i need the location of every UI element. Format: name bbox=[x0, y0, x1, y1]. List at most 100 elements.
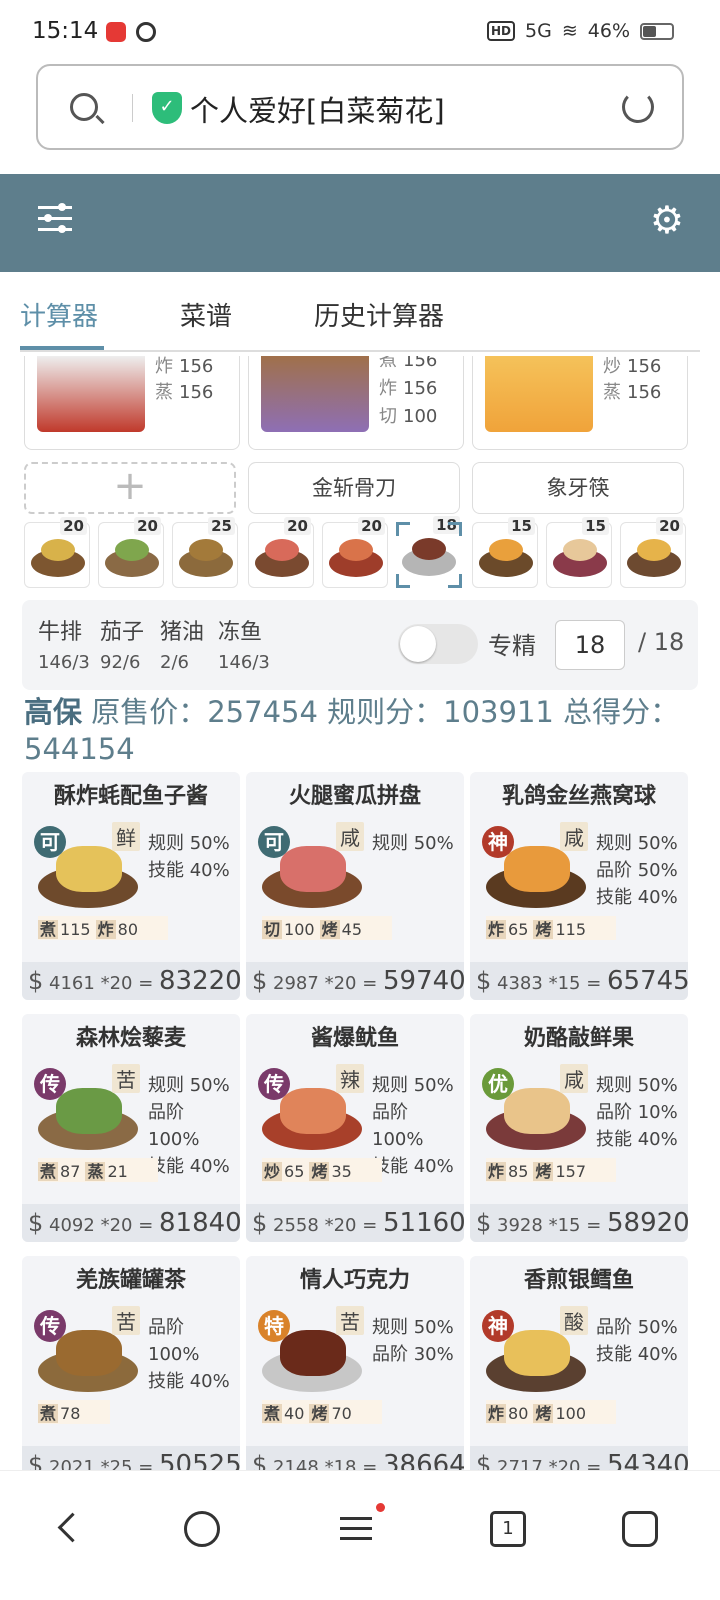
dish-skills: 煮 87 蒸 21 bbox=[38, 1158, 158, 1182]
dish-icon[interactable]: 18 bbox=[396, 516, 462, 588]
rule-line: 规则 50% bbox=[372, 833, 454, 854]
skill-key: 煮 bbox=[38, 1162, 59, 1181]
skill-key: 烤 bbox=[309, 1404, 330, 1423]
skill-value: 100 bbox=[284, 920, 315, 939]
dish-card[interactable]: 森林烩藜麦传苦规则 50% 品阶 100% 技能 40% 煮 87 蒸 21 $ 4092… bbox=[22, 1014, 240, 1242]
dish-name: 情人巧克力 bbox=[299, 1268, 410, 1293]
price-row: $ 4383 *15 = 65745 bbox=[470, 962, 688, 1000]
rule-line: 品阶 100% bbox=[148, 1102, 200, 1150]
quantity-input[interactable]: 18 bbox=[555, 620, 625, 670]
rule-line: 技能 40% bbox=[596, 887, 678, 908]
dish-name: 火腿蜜瓜拼盘 bbox=[288, 784, 421, 809]
taste-badge: 咸 bbox=[560, 822, 588, 851]
rule-line: 规则 50% bbox=[148, 1075, 230, 1096]
home-icon[interactable] bbox=[622, 1511, 658, 1547]
skill-value: 80 bbox=[508, 1404, 529, 1423]
page-title[interactable]: 个人爱好[白菜菊花] bbox=[190, 88, 445, 130]
status-indicators: HD 5G ≋ 46% bbox=[487, 20, 674, 42]
skill-value: 65 bbox=[508, 920, 529, 939]
chef-card[interactable]: 煮 156 炸 156 切 100 bbox=[248, 356, 464, 450]
skill-value: 87 bbox=[60, 1162, 81, 1181]
equipment-slot[interactable]: 金斩骨刀 bbox=[248, 462, 460, 514]
search-icon[interactable] bbox=[184, 1511, 220, 1547]
unit-price: 2558 bbox=[273, 1215, 319, 1236]
dish-card[interactable]: 乳鸽金丝燕窝球神 咸规则 50% 品阶 50% 技能 40% 炸 65 烤 115 $ 43… bbox=[470, 772, 688, 1000]
tabs-icon[interactable]: 1 bbox=[490, 1511, 526, 1547]
ingredient-item: 茄子 92/6 bbox=[100, 620, 145, 673]
dish-card[interactable]: 酥炸蚝配鱼子酱可 鲜规则 50% 技能 40% 煮 115 炸 80 $ 4161 *20… bbox=[22, 772, 240, 1000]
rarity-badge: 可 bbox=[34, 826, 66, 858]
back-icon[interactable] bbox=[52, 1511, 88, 1547]
level-label: 高保 bbox=[24, 695, 83, 729]
dollar-icon: $ bbox=[28, 967, 44, 995]
dish-card[interactable]: 香煎银鳕鱼神酸品阶 50% 技能 40% 炸 80 烤 100 $ 2717 *20 =… bbox=[470, 1256, 688, 1484]
tab-history-calculator[interactable]: 历史计算器 bbox=[314, 296, 444, 333]
search-icon[interactable] bbox=[70, 93, 98, 121]
taste-badge: 苦 bbox=[112, 1064, 140, 1093]
dish-icon[interactable]: 20 bbox=[248, 517, 314, 588]
dish-skills: 煮 78 bbox=[38, 1400, 111, 1424]
dish-card[interactable]: 情人巧克力特苦规则 50% 品阶 30% 煮 40 烤 70 $ 2148 *18 = … bbox=[246, 1256, 464, 1484]
add-equipment-button[interactable]: + bbox=[24, 462, 236, 514]
main-tabs: 计算器 菜谱 历史计算器 bbox=[20, 290, 700, 352]
skill-key: 切 bbox=[262, 920, 283, 939]
dish-icon[interactable]: 15 bbox=[546, 517, 612, 588]
dish-icon[interactable]: 20 bbox=[322, 517, 388, 588]
dish-food bbox=[115, 539, 149, 561]
dish-name: 森林烩藜麦 bbox=[75, 1026, 186, 1051]
chef-card[interactable]: 炒 156 蒸 156 bbox=[472, 356, 688, 450]
dish-card[interactable]: 酱爆鱿鱼传辣规则 50% 品阶 100% 技能 40% 炒 65 烤 35 $ 2558 … bbox=[246, 1014, 464, 1242]
price-total: 81840 bbox=[159, 1208, 240, 1238]
dish-skills: 炸 65 烤 115 bbox=[486, 916, 617, 940]
dish-name: 酥炸蚝配鱼子酱 bbox=[53, 784, 208, 809]
skill-value: 115 bbox=[60, 920, 91, 939]
taste-badge: 鲜 bbox=[112, 822, 140, 851]
skill-value: 78 bbox=[60, 1404, 81, 1423]
selection-corner bbox=[396, 522, 410, 536]
rarity-badge: 神 bbox=[482, 826, 514, 858]
price-total: 65745 bbox=[607, 966, 688, 996]
tab-calculator[interactable]: 计算器 bbox=[20, 296, 98, 333]
dollar-icon: $ bbox=[28, 1209, 44, 1237]
dish-card[interactable]: 奶酪敲鲜果优 咸规则 50% 品阶 10% 技能 40% 炸 85 烤 157 $ 3928… bbox=[470, 1014, 688, 1242]
multiplier: *20 bbox=[100, 1215, 133, 1236]
browser-bottom-nav: 1 bbox=[0, 1470, 720, 1600]
gear-icon[interactable]: ⚙ bbox=[650, 201, 684, 239]
dish-quantity: 20 bbox=[656, 517, 683, 535]
dish-icon[interactable]: 20 bbox=[98, 517, 164, 588]
rule-line: 规则 50% bbox=[596, 1075, 678, 1096]
dish-icon[interactable]: 20 bbox=[24, 517, 90, 588]
skill-key: 烤 bbox=[533, 1162, 554, 1181]
dish-rules: 品阶 100% 技能 40% bbox=[148, 1314, 240, 1395]
reload-icon[interactable] bbox=[622, 91, 654, 123]
dish-icon[interactable]: 20 bbox=[620, 517, 686, 588]
dollar-icon: $ bbox=[476, 1209, 492, 1237]
dish-icon[interactable]: 25 bbox=[172, 517, 238, 588]
skill-key: 蒸 bbox=[85, 1162, 106, 1181]
dish-icon[interactable]: 15 bbox=[472, 517, 538, 588]
unit-price: 4092 bbox=[49, 1215, 95, 1236]
app-header: ⚙ bbox=[0, 174, 720, 272]
dish-skills: 炸 80 烤 100 bbox=[486, 1400, 617, 1424]
chef-card[interactable]: 炸 156 蒸 156 bbox=[24, 356, 240, 450]
tab-recipes[interactable]: 菜谱 bbox=[180, 296, 232, 333]
address-bar[interactable]: ✓ 个人爱好[白菜菊花] bbox=[36, 64, 684, 150]
dish-skills: 煮 40 烤 70 bbox=[262, 1400, 382, 1424]
wifi-icon: ≋ bbox=[561, 20, 578, 42]
equipment-slot[interactable]: 象牙筷 bbox=[472, 462, 684, 514]
expert-toggle[interactable] bbox=[398, 624, 478, 664]
ingredient-item: 冻鱼 146/3 bbox=[218, 620, 270, 673]
dish-food bbox=[563, 539, 597, 561]
dish-name: 羌族罐罐茶 bbox=[75, 1268, 186, 1293]
dish-quantity: 25 bbox=[208, 517, 235, 535]
taste-badge: 咸 bbox=[560, 1064, 588, 1093]
quantity-max: / 18 bbox=[638, 628, 685, 656]
ingredient-item: 猪油 2/6 bbox=[160, 620, 205, 673]
rule-line: 品阶 100% bbox=[372, 1102, 424, 1150]
menu-icon[interactable] bbox=[338, 1503, 385, 1547]
dish-card[interactable]: 火腿蜜瓜拼盘可 咸规则 50% 切 100 烤 45 $ 2987 *20 = 5974… bbox=[246, 772, 464, 1000]
dish-card[interactable]: 羌族罐罐茶传苦品阶 100% 技能 40% 煮 78 $ 2021 *25 = 505… bbox=[22, 1256, 240, 1484]
filter-settings-icon[interactable] bbox=[38, 202, 72, 236]
rule-line: 技能 40% bbox=[596, 1129, 678, 1150]
price-total: 59740 bbox=[383, 966, 464, 996]
